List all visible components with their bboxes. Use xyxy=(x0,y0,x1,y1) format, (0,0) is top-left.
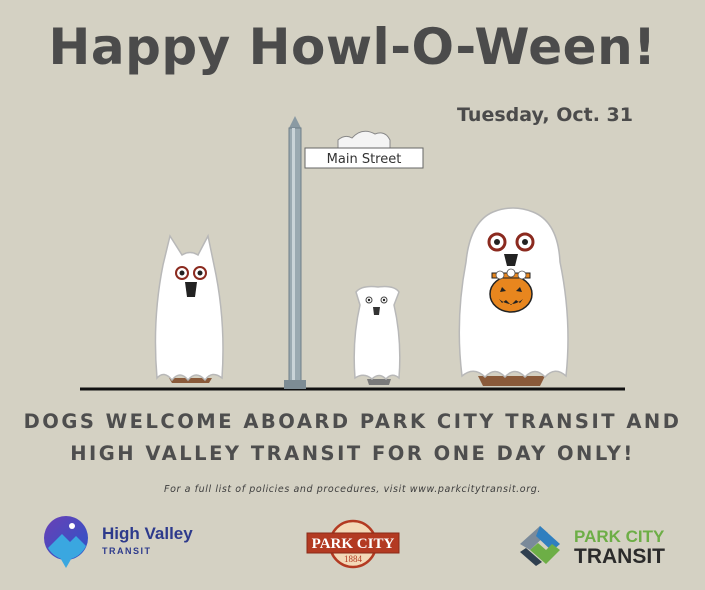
park-city-transit-logo-name: PARK CITY xyxy=(574,527,665,546)
street-pole xyxy=(284,116,306,389)
park-city-transit-logo-sub: TRANSIT xyxy=(574,545,665,568)
high-valley-transit-logo-icon xyxy=(44,516,88,568)
park-city-year-text: 1884 xyxy=(344,554,363,564)
park-city-badge-text: PARK CITY xyxy=(312,536,395,552)
high-valley-logo-name: High Valley xyxy=(102,524,193,543)
policy-note: For a full list of policies and procedur… xyxy=(164,484,541,495)
ghost-dog-left xyxy=(154,233,224,383)
park-city-transit-logo-icon xyxy=(520,526,560,566)
high-valley-logo-sub: TRANSIT xyxy=(102,546,152,556)
pumpkin-basket xyxy=(489,275,533,313)
street-sign: Main Street xyxy=(304,130,424,169)
park-city-logo: PARK CITY 1884 xyxy=(306,519,400,569)
headline-line-1: DOGS WELCOME ABOARD PARK CITY TRANSIT AN… xyxy=(23,410,682,433)
ghost-dog-right xyxy=(458,207,569,386)
ghost-dog-middle xyxy=(353,285,401,385)
street-sign-text: Main Street xyxy=(327,152,402,167)
halloween-scene: Main Street xyxy=(80,116,625,391)
headline-line-2: HIGH VALLEY TRANSIT FOR ONE DAY ONLY! xyxy=(70,442,635,465)
